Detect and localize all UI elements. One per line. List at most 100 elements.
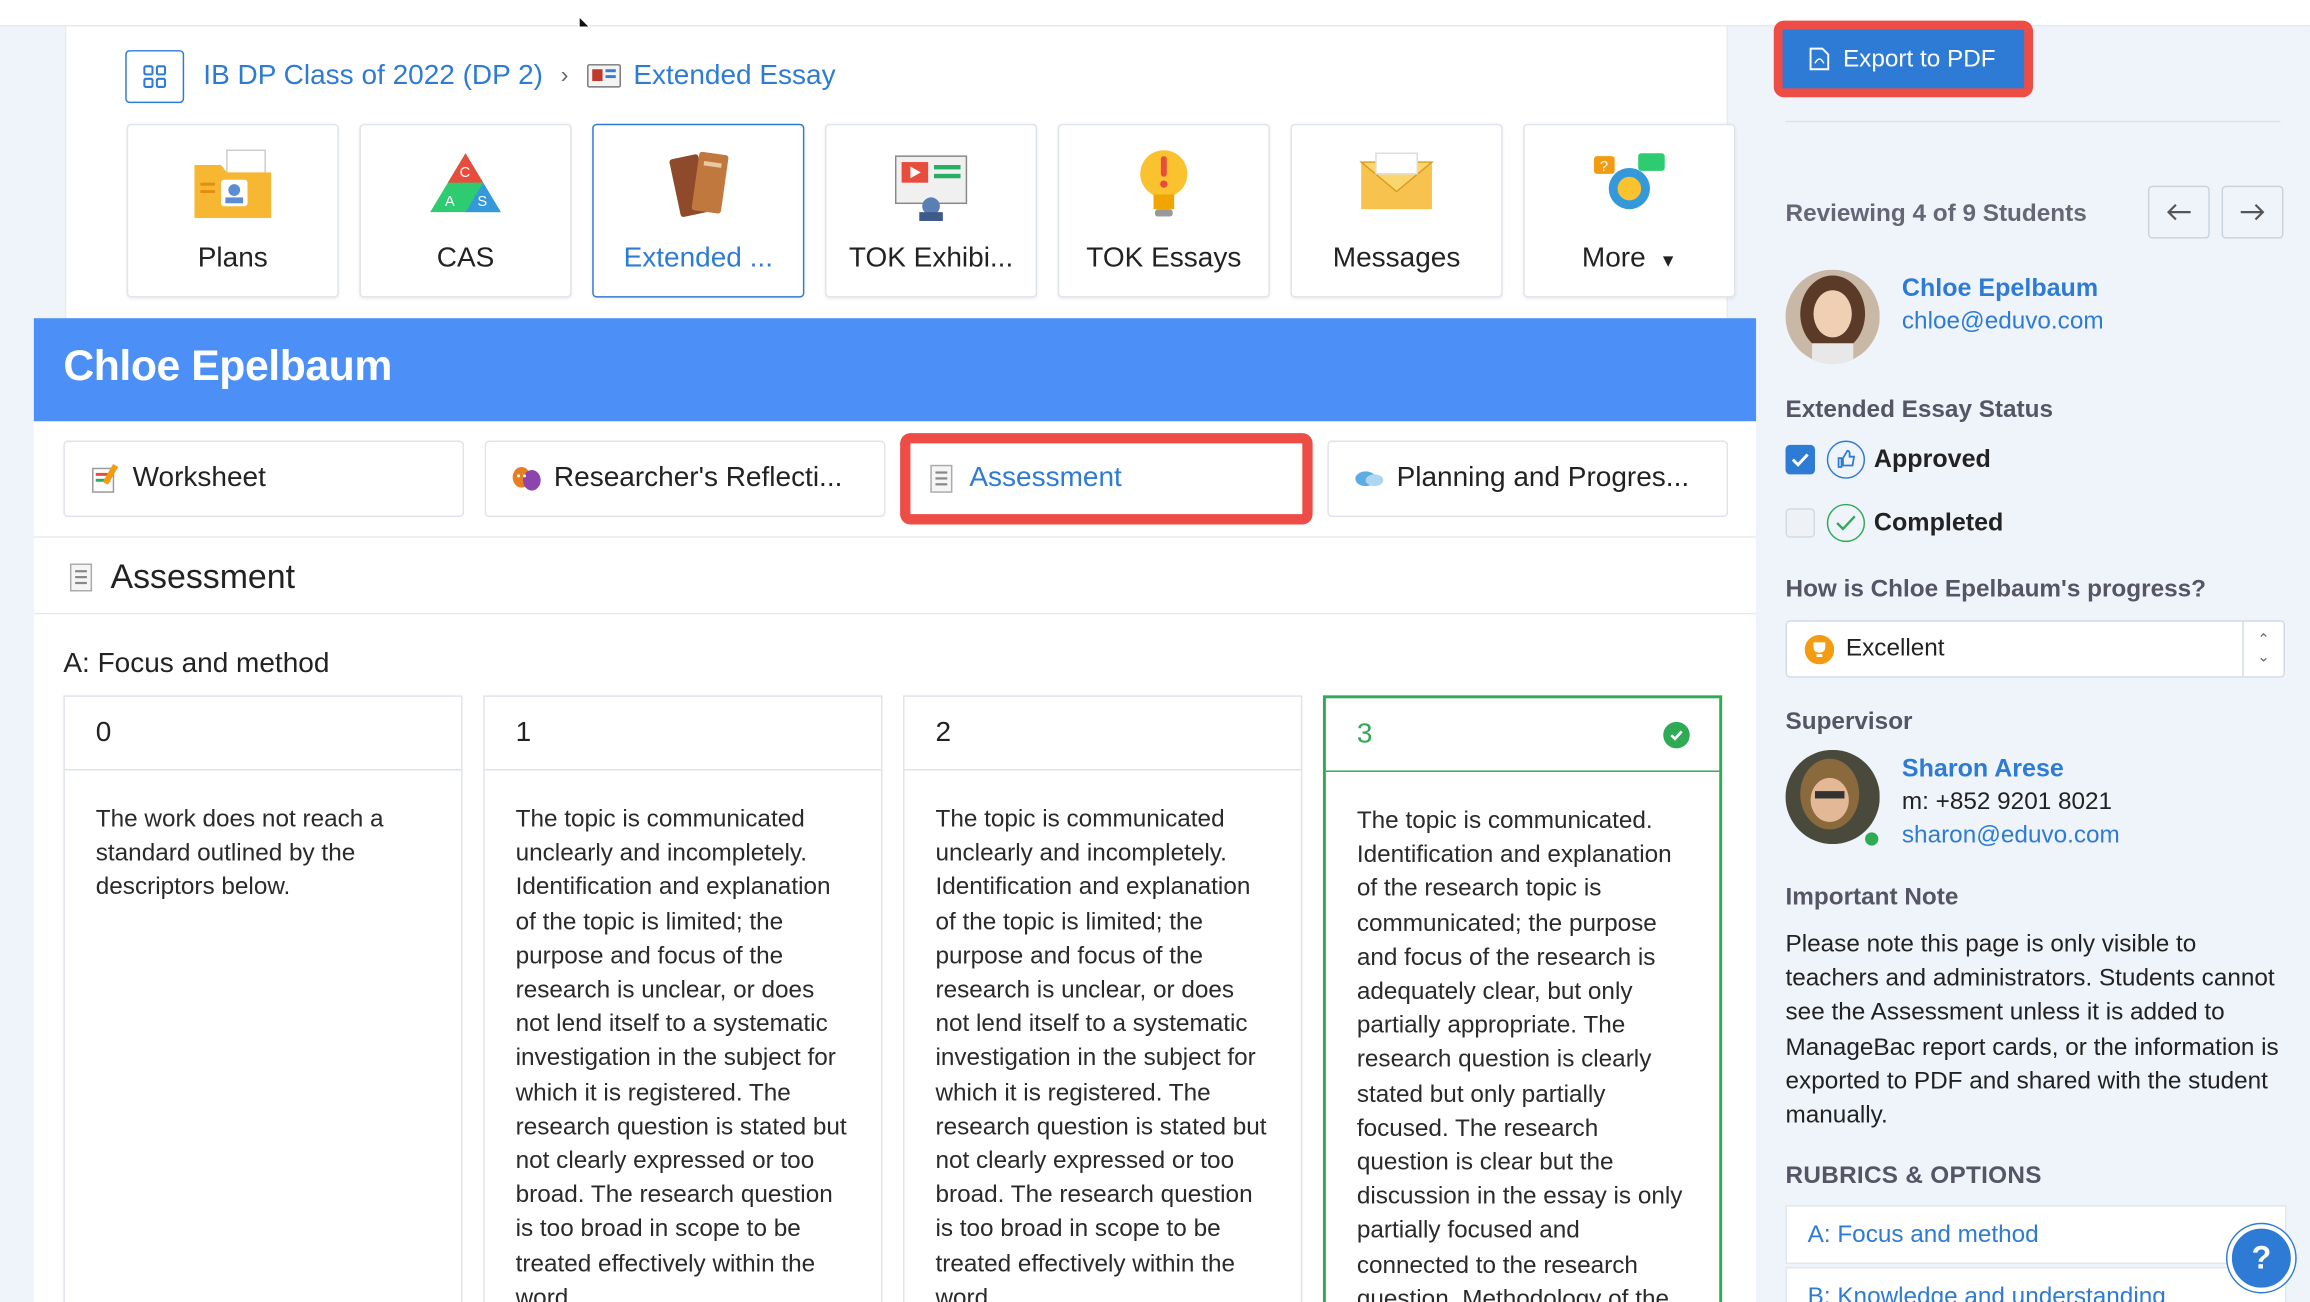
tile-label: Messages	[1332, 243, 1461, 275]
supervisor-label: Supervisor	[1785, 708, 1913, 736]
level-descriptor: The topic is communicated. Identificatio…	[1356, 807, 1683, 1302]
sub-tabs: Worksheet Researcher's Reflecti... Asses…	[63, 434, 1729, 523]
criterion-levels: 0 The work does not reach a standard out…	[63, 695, 1723, 1302]
tile-tok-essays[interactable]: TOK Essays	[1057, 123, 1270, 298]
pdf-file-icon	[1809, 47, 1830, 71]
rubrics-title: RUBRICS & OPTIONS	[1785, 1162, 2042, 1189]
extended-essay-icon	[586, 64, 621, 88]
chat-bubbles-icon	[1355, 471, 1384, 487]
level-card-3[interactable]: 3 The topic is communicated. Identificat…	[1322, 695, 1723, 1302]
tile-tok-exhibition[interactable]: TOK Exhibi...	[824, 123, 1038, 298]
level-descriptor: The work does not reach a standard outli…	[95, 805, 384, 901]
svg-text:A: A	[445, 194, 455, 210]
arrow-right-icon	[2240, 203, 2265, 221]
progress-question: How is Chloe Epelbaum's progress?	[1785, 576, 2206, 603]
tile-label: Plans	[197, 243, 268, 275]
check-circle-icon	[1663, 721, 1690, 749]
tile-extended-essay[interactable]: Extended ...	[592, 123, 805, 298]
next-student-button[interactable]	[2221, 185, 2284, 239]
divider	[33, 612, 1757, 615]
tile-label: Extended ...	[623, 243, 773, 275]
tab-label: Planning and Progres...	[1396, 462, 1690, 494]
level-descriptor: The topic is communicated unclearly and …	[515, 805, 847, 1302]
criterion-title: A: Focus and method	[63, 648, 330, 680]
tab-planning-progress[interactable]: Planning and Progres...	[1327, 440, 1729, 518]
books-icon	[669, 151, 729, 217]
progress-value: Excellent	[1845, 634, 1945, 662]
online-status-dot	[1862, 829, 1882, 849]
grid-icon	[143, 65, 167, 88]
previous-student-button[interactable]	[2147, 185, 2210, 239]
approved-checkbox[interactable]	[1785, 444, 1815, 475]
level-card-1[interactable]: 1 The topic is communicated unclearly an…	[483, 695, 883, 1302]
tab-label: Worksheet	[132, 462, 266, 494]
worksheet-icon	[92, 463, 119, 493]
student-email-link[interactable]: chloe@eduvo.com	[1902, 308, 2104, 336]
rubric-link-a[interactable]: A: Focus and method	[1785, 1205, 2287, 1265]
tile-more[interactable]: ? More ▼	[1523, 123, 1736, 298]
section-title: Assessment	[66, 557, 295, 597]
level-descriptor: The topic is communicated unclearly and …	[935, 805, 1267, 1302]
student-banner: Chloe Epelbaum	[33, 318, 1757, 422]
more-apps-icon: ?	[1594, 153, 1665, 210]
tile-label: More ▼	[1582, 243, 1677, 275]
tile-label: CAS	[436, 243, 495, 275]
tile-plans[interactable]: Plans	[126, 123, 339, 298]
chevron-down-icon: ▼	[1659, 250, 1677, 272]
breadcrumb-class-link[interactable]: IB DP Class of 2022 (DP 2)	[203, 60, 543, 92]
completed-row: Completed	[1785, 503, 2003, 543]
progress-select[interactable]: Excellent ⌃ ⌄	[1785, 620, 2285, 678]
tile-cas[interactable]: C A S CAS	[359, 123, 572, 298]
presentation-icon	[894, 155, 968, 221]
main-area: IB DP Class of 2022 (DP 2) › Extended Es…	[33, 26, 1757, 1302]
note-label: Important Note	[1785, 883, 1959, 911]
approved-row: Approved	[1785, 440, 1991, 479]
export-pdf-button[interactable]: Export to PDF	[1775, 22, 2032, 96]
divider	[1785, 120, 2281, 123]
tab-label: Researcher's Reflecti...	[553, 462, 843, 494]
export-label: Export to PDF	[1842, 44, 1996, 72]
approved-label: Approved	[1873, 444, 1991, 473]
breadcrumb-current[interactable]: Extended Essay	[633, 60, 835, 92]
arrow-left-icon	[2166, 203, 2191, 221]
status-label: Extended Essay Status	[1785, 396, 2054, 423]
tab-assessment[interactable]: Assessment	[901, 434, 1312, 523]
tile-messages[interactable]: Messages	[1290, 123, 1503, 298]
more-label: More	[1581, 243, 1646, 275]
tab-label: Assessment	[969, 462, 1122, 494]
folder-icon	[194, 149, 272, 219]
svg-text:S: S	[477, 194, 487, 210]
help-icon: ?	[2251, 1238, 2272, 1276]
student-avatar	[1785, 269, 1880, 364]
breadcrumb: IB DP Class of 2022 (DP 2) › Extended Es…	[125, 50, 836, 104]
apps-grid-button[interactable]	[125, 50, 185, 104]
select-spinner-icon: ⌃ ⌄	[2242, 621, 2283, 677]
tile-label: TOK Essays	[1086, 243, 1242, 275]
breadcrumb-separator-icon: ›	[560, 63, 569, 89]
level-number: 3	[1356, 718, 1373, 750]
thumbs-up-icon	[1826, 440, 1866, 479]
assessment-content: Worksheet Researcher's Reflecti... Asses…	[33, 421, 1757, 1302]
level-number: 2	[904, 697, 1301, 771]
app-tiles: Plans C A S CAS Extended ... TOK Exhibi.…	[126, 123, 1736, 298]
supervisor-email-link[interactable]: sharon@eduvo.com	[1902, 822, 2120, 850]
student-name-link[interactable]: Chloe Epelbaum	[1902, 274, 2098, 303]
right-sidebar: Export to PDF Reviewing 4 of 9 Students …	[1756, 0, 2310, 1302]
tab-researchers-reflection[interactable]: Researcher's Reflecti...	[484, 440, 886, 518]
level-card-2[interactable]: 2 The topic is communicated unclearly an…	[903, 695, 1303, 1302]
section-title-text: Assessment	[110, 556, 296, 596]
important-note-text: Please note this page is only visible to…	[1785, 931, 2279, 1129]
svg-text:C: C	[460, 165, 471, 181]
completed-checkbox[interactable]	[1785, 508, 1815, 538]
rubric-link-b[interactable]: B: Knowledge and understanding	[1785, 1266, 2287, 1302]
help-button[interactable]: ?	[2227, 1224, 2296, 1292]
divider	[33, 536, 1757, 538]
lightbulb-icon	[1140, 150, 1188, 217]
level-card-0[interactable]: 0 The work does not reach a standard out…	[63, 695, 463, 1302]
check-circle-icon	[1826, 503, 1866, 543]
document-icon	[69, 562, 93, 591]
svg-text:?: ?	[1600, 159, 1608, 175]
theater-masks-icon	[512, 467, 541, 491]
tab-worksheet[interactable]: Worksheet	[63, 440, 465, 518]
supervisor-name-link[interactable]: Sharon Arese	[1902, 754, 2064, 783]
